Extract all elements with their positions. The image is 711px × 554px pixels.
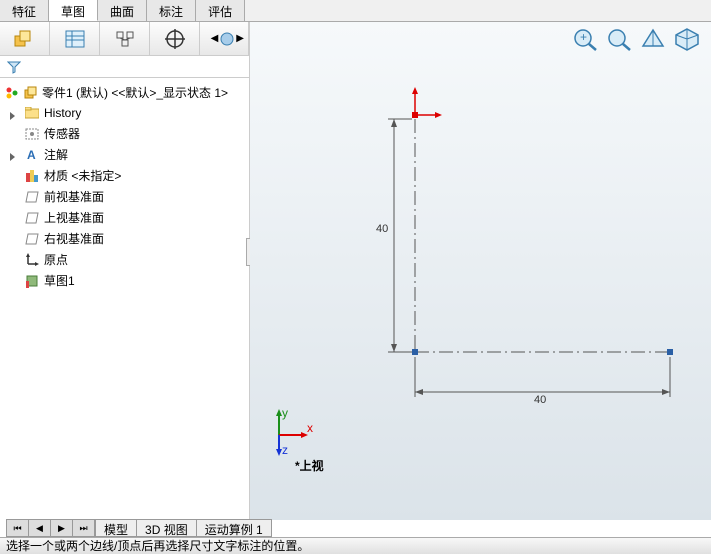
- scroll-next-icon[interactable]: ▶: [51, 520, 73, 536]
- tab-annotate[interactable]: 标注: [147, 0, 196, 21]
- tab-evaluate[interactable]: 评估: [196, 0, 245, 21]
- material-icon: [24, 168, 40, 184]
- view-triad[interactable]: y x z: [267, 407, 317, 460]
- tree-label: 原点: [44, 251, 68, 268]
- view-orientation-label: *上视: [295, 457, 324, 474]
- tab-model[interactable]: 模型: [96, 519, 137, 537]
- configuration-manager-icon[interactable]: [100, 22, 150, 55]
- section-view-icon[interactable]: [639, 26, 667, 52]
- filter-row: [0, 56, 249, 78]
- status-text: 选择一个或两个边线/顶点后再选择尺寸文字标注的位置。: [6, 539, 309, 553]
- part-icon: [22, 85, 38, 101]
- sensor-icon: [24, 126, 40, 142]
- filter-icon[interactable]: [6, 59, 22, 75]
- dimension-value-horizontal[interactable]: 40: [534, 394, 546, 406]
- tree-label: 传感器: [44, 125, 80, 142]
- scroll-first-icon[interactable]: ⏮: [7, 520, 29, 536]
- sketch-origin-marker: [412, 87, 442, 118]
- panel-overflow[interactable]: ◀ ▶: [200, 22, 249, 55]
- tree-label: 前视基准面: [44, 188, 104, 205]
- svg-text:A: A: [27, 148, 36, 162]
- motion-tabs: ⏮ ◀ ▶ ⏭ 模型 3D 视图 运动算例 1: [6, 519, 272, 537]
- dimension-vertical[interactable]: [388, 119, 412, 352]
- tree-label: 草图1: [44, 272, 75, 289]
- origin-icon: [24, 252, 40, 268]
- tab-scroll-buttons: ⏮ ◀ ▶ ⏭: [6, 519, 96, 537]
- tree-label: 上视基准面: [44, 209, 104, 226]
- tab-surfaces[interactable]: 曲面: [98, 0, 147, 21]
- folder-icon: [24, 105, 40, 121]
- panel-toolbar: ◀ ▶: [0, 22, 249, 56]
- plane-icon: [24, 210, 40, 226]
- scroll-prev-icon[interactable]: ◀: [29, 520, 51, 536]
- tree-item-history[interactable]: History: [2, 103, 247, 123]
- status-bar: 选择一个或两个边线/顶点后再选择尺寸文字标注的位置。: [0, 537, 711, 554]
- property-manager-icon[interactable]: [50, 22, 100, 55]
- command-manager-tabs: 特征 草图 曲面 标注 评估: [0, 0, 711, 22]
- expand-icon[interactable]: [10, 150, 19, 159]
- tree-root[interactable]: 零件1 (默认) <<默认>_显示状态 1>: [2, 82, 247, 103]
- heads-up-toolbar: +: [571, 26, 701, 52]
- tree-label: 材质 <未指定>: [44, 167, 121, 184]
- svg-text:z: z: [282, 443, 288, 457]
- annotation-icon: A: [24, 147, 40, 163]
- sketch-icon: [24, 273, 40, 289]
- endpoint[interactable]: [667, 349, 673, 355]
- tree-item-annotations[interactable]: A 注解: [2, 144, 247, 165]
- tab-motion-study[interactable]: 运动算例 1: [197, 519, 272, 537]
- feature-tree: 零件1 (默认) <<默认>_显示状态 1> History 传感器 A 注解 …: [0, 78, 249, 520]
- tree-label: History: [44, 106, 81, 120]
- svg-text:+: +: [580, 30, 587, 44]
- zoom-fit-icon[interactable]: +: [571, 26, 599, 52]
- tree-root-label: 零件1 (默认) <<默认>_显示状态 1>: [42, 84, 228, 101]
- tree-item-sketch1[interactable]: 草图1: [2, 270, 247, 291]
- endpoint[interactable]: [412, 349, 418, 355]
- sketch-geometry: 40 40: [380, 97, 660, 377]
- tree-label: 注解: [44, 146, 68, 163]
- dimension-horizontal[interactable]: [415, 357, 670, 397]
- tree-item-top-plane[interactable]: 上视基准面: [2, 207, 247, 228]
- dimxpert-manager-icon[interactable]: [150, 22, 200, 55]
- zoom-area-icon[interactable]: [605, 26, 633, 52]
- expand-icon[interactable]: [10, 109, 19, 118]
- tree-item-sensors[interactable]: 传感器: [2, 123, 247, 144]
- tab-sketch[interactable]: 草图: [49, 0, 98, 21]
- tree-item-right-plane[interactable]: 右视基准面: [2, 228, 247, 249]
- tree-item-material[interactable]: 材质 <未指定>: [2, 165, 247, 186]
- feature-manager-panel: ◀ ▶ 零件1 (默认) <<默认>_显示状态 1> History: [0, 22, 250, 520]
- dimension-value-vertical[interactable]: 40: [376, 223, 388, 235]
- plane-icon: [24, 231, 40, 247]
- tree-item-origin[interactable]: 原点: [2, 249, 247, 270]
- tree-label: 右视基准面: [44, 230, 104, 247]
- svg-text:x: x: [307, 421, 313, 435]
- tab-features[interactable]: 特征: [0, 0, 49, 21]
- plane-icon: [24, 189, 40, 205]
- tab-3d-view[interactable]: 3D 视图: [137, 519, 197, 537]
- feature-manager-icon[interactable]: [0, 22, 50, 55]
- graphics-area[interactable]: +: [250, 22, 711, 520]
- view-orientation-icon[interactable]: [673, 26, 701, 52]
- svg-text:y: y: [282, 407, 288, 420]
- scroll-last-icon[interactable]: ⏭: [73, 520, 95, 536]
- part-status-icon: [6, 87, 18, 99]
- tree-item-front-plane[interactable]: 前视基准面: [2, 186, 247, 207]
